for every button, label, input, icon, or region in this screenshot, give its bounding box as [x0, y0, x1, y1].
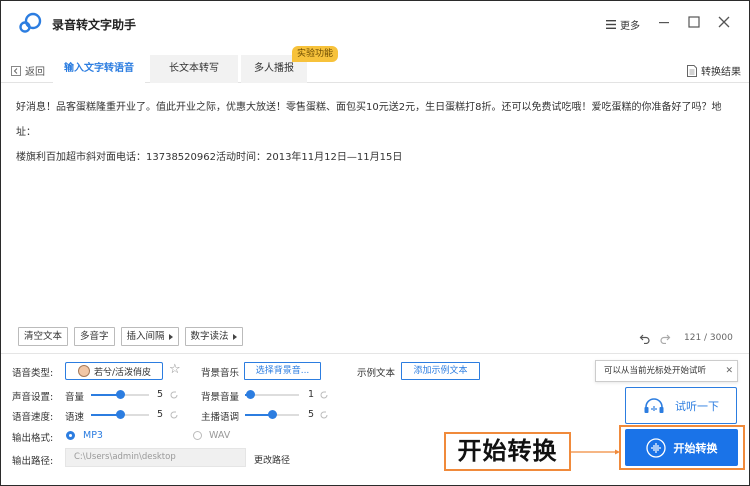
title-bar: 录音转文字助手 更多	[1, 1, 749, 45]
app-window: 录音转文字助手 更多 返回 输入文字转语音 长文本转写 多人播报 实验功能 转换…	[0, 0, 750, 486]
clear-text-button[interactable]: 清空文本	[18, 327, 69, 346]
rate-value: 5	[157, 409, 164, 420]
minimize-icon[interactable]	[657, 15, 671, 29]
listen-tooltip: 可以从当前光标处开始试听 ✕	[595, 360, 738, 382]
reset-icon[interactable]	[319, 410, 329, 420]
number-reading-button[interactable]: 数字读法	[184, 327, 243, 346]
waveform-icon	[645, 437, 666, 458]
bg-music-label: 背景音乐	[201, 368, 240, 379]
reset-icon[interactable]	[319, 390, 329, 400]
close-tooltip-icon[interactable]: ✕	[725, 361, 733, 381]
volume-handle[interactable]	[116, 390, 125, 399]
voice-name: 若兮/活泼俏皮	[94, 367, 152, 378]
close-icon[interactable]	[717, 15, 731, 29]
pitch-value: 5	[308, 409, 315, 420]
volume-slider[interactable]	[91, 390, 149, 399]
back-arrow-icon	[11, 65, 21, 76]
reset-icon[interactable]	[169, 410, 179, 420]
sound-settings-label: 声音设置:	[12, 392, 54, 403]
rate-slider[interactable]	[91, 410, 149, 419]
volume-value: 5	[157, 389, 164, 400]
text-editor[interactable]: 好消息！品客蛋糕隆重开业了。值此开业之际，优惠大放送！零售蛋糕、面包买10元送2…	[16, 95, 734, 170]
output-path-field[interactable]: C:\Users\admin\desktop	[65, 448, 246, 467]
speed-label: 语音速度:	[12, 412, 54, 423]
callout-arrow-icon	[571, 449, 620, 455]
insert-pause-label: 插入间隔	[126, 331, 165, 342]
caret-right-icon	[232, 333, 237, 340]
back-label: 返回	[25, 67, 45, 78]
bg-volume-slider[interactable]	[245, 390, 299, 399]
select-bg-music-button[interactable]: 选择背景音...	[244, 362, 321, 380]
editor-line-2: 楼旗利百加超市斜对面电话：13738520962活动时间：2013年11月12日…	[16, 152, 403, 163]
output-path-label: 输出路径:	[12, 456, 54, 467]
number-reading-label: 数字读法	[190, 331, 229, 342]
tab-long-text[interactable]: 长文本转写	[150, 55, 238, 83]
tab-text-to-speech[interactable]: 输入文字转语音	[53, 55, 145, 83]
pitch-label: 主播语调	[201, 412, 240, 423]
voice-select-button[interactable]: 若兮/活泼俏皮	[65, 362, 163, 380]
undo-icon[interactable]	[639, 332, 651, 344]
callout-label: 开始转换	[444, 432, 571, 471]
change-path-link[interactable]: 更改路径	[254, 453, 290, 466]
editor-line-1: 好消息！品客蛋糕隆重开业了。值此开业之际，优惠大放送！零售蛋糕、面包买10元送2…	[16, 102, 722, 138]
polyphone-button[interactable]: 多音字	[74, 327, 115, 346]
maximize-icon[interactable]	[687, 15, 701, 29]
divider	[1, 353, 749, 354]
listen-label: 试听一下	[675, 399, 719, 413]
more-menu[interactable]: 更多	[606, 17, 640, 32]
menu-icon	[606, 20, 616, 29]
more-label: 更多	[620, 21, 640, 32]
voice-type-label: 语音类型:	[12, 368, 54, 379]
format-mp3-label: MP3	[83, 430, 103, 441]
bg-volume-value: 1	[308, 389, 315, 400]
convert-result-button[interactable]: 转换结果	[687, 63, 741, 78]
bg-volume-handle[interactable]	[246, 390, 256, 399]
volume-label: 音量	[65, 392, 85, 403]
format-wav-label: WAV	[209, 430, 231, 441]
avatar	[78, 365, 90, 377]
bg-volume-label: 背景音量	[201, 392, 240, 403]
rate-handle[interactable]	[116, 410, 125, 419]
document-icon	[687, 64, 697, 77]
pitch-handle[interactable]	[268, 410, 277, 419]
back-button[interactable]: 返回	[11, 63, 45, 78]
format-wav-radio[interactable]	[193, 431, 202, 440]
headphones-icon	[644, 397, 664, 413]
convert-result-label: 转换结果	[701, 67, 741, 78]
favorite-star-icon[interactable]: ☆	[169, 362, 181, 377]
reset-icon[interactable]	[169, 390, 179, 400]
caret-right-icon	[168, 333, 173, 340]
experimental-badge: 实验功能	[292, 46, 339, 62]
pitch-slider[interactable]	[245, 410, 299, 419]
start-convert-label: 开始转换	[673, 441, 718, 455]
clear-text-label: 清空文本	[24, 331, 63, 342]
rate-label: 语速	[65, 412, 85, 423]
char-counter: 121 / 3000	[684, 333, 733, 343]
tooltip-text: 可以从当前光标处开始试听	[604, 366, 707, 376]
polyphone-label: 多音字	[80, 331, 109, 342]
insert-pause-button[interactable]: 插入间隔	[120, 327, 179, 346]
start-convert-button[interactable]: 开始转换	[625, 429, 738, 466]
tab-bar: 返回 输入文字转语音 长文本转写 多人播报	[1, 55, 749, 83]
format-label: 输出格式:	[12, 433, 54, 444]
redo-icon[interactable]	[659, 332, 671, 344]
add-sample-text-button[interactable]: 添加示例文本	[401, 362, 480, 380]
sample-text-label: 示例文本	[357, 368, 396, 379]
editor-toolbar: 清空文本 多音字 插入间隔 数字读法	[18, 327, 243, 346]
app-title: 录音转文字助手	[52, 18, 137, 32]
listen-button[interactable]: 试听一下	[625, 387, 737, 424]
app-logo-icon	[19, 12, 42, 33]
format-mp3-radio[interactable]	[66, 431, 75, 440]
